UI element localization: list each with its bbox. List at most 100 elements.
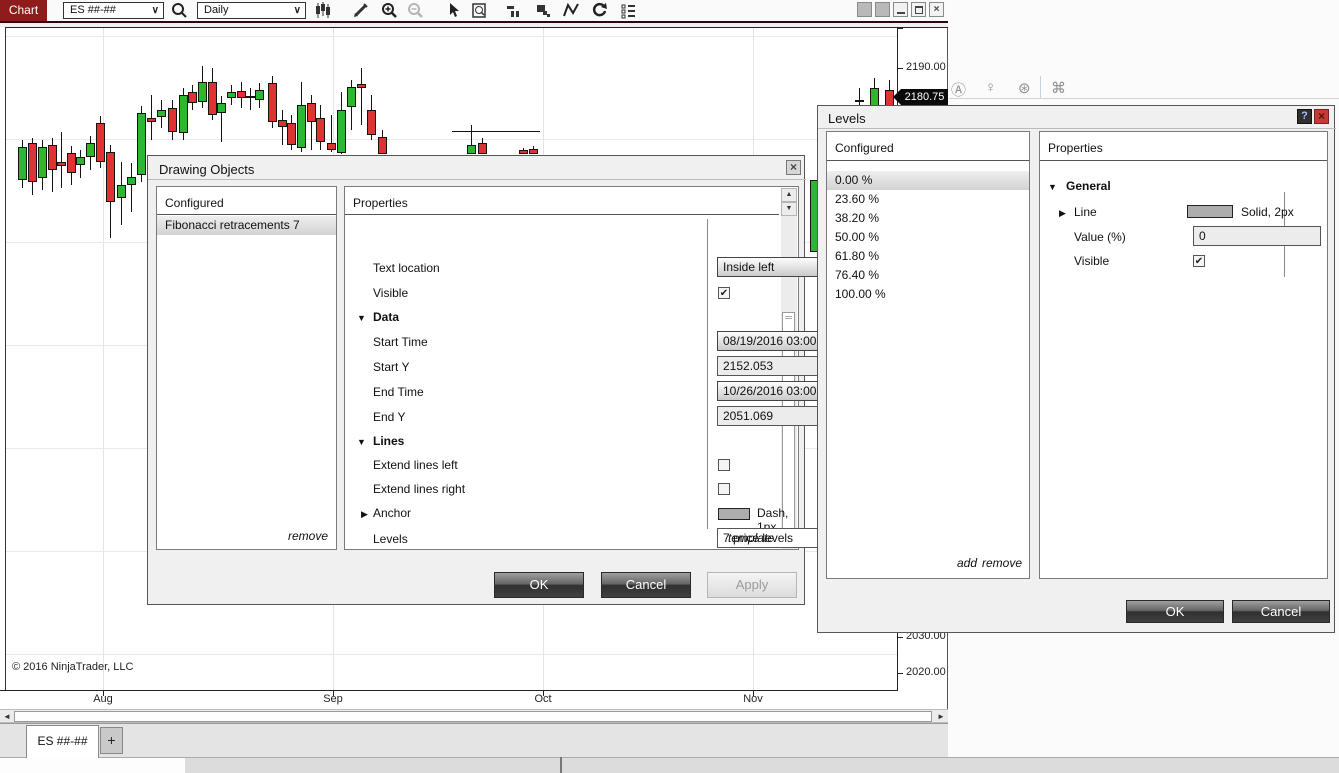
list-item[interactable]: 76.40 % xyxy=(827,266,1029,285)
add-tab-button[interactable]: + xyxy=(100,727,123,754)
ok-button[interactable]: OK xyxy=(494,572,584,598)
candle-body xyxy=(48,145,57,170)
configured-list[interactable]: Fibonacci retracements 7 xyxy=(157,216,336,235)
background-app-border xyxy=(949,98,1339,99)
end-y-label: End Y xyxy=(373,410,406,424)
list-item[interactable]: 23.60 % xyxy=(827,190,1029,209)
section-collapsed-icon[interactable]: ▶ xyxy=(1059,208,1066,219)
header-underline xyxy=(827,160,1029,161)
list-item[interactable]: 38.20 % xyxy=(827,209,1029,228)
scroll-right-icon[interactable]: ► xyxy=(935,711,947,723)
text-location-label: Text location xyxy=(373,261,440,275)
candle-body xyxy=(18,147,27,180)
visible-checkbox[interactable] xyxy=(1193,255,1205,267)
background-app-divider xyxy=(1040,76,1041,98)
apply-button[interactable]: Apply xyxy=(707,572,797,598)
properties-header: Properties xyxy=(1048,141,1103,155)
candle-body xyxy=(347,87,356,107)
header-underline xyxy=(157,214,336,215)
list-item[interactable]: 0.00 % xyxy=(827,171,1029,190)
extend-lines-left-label: Extend lines left xyxy=(373,458,458,472)
visible-checkbox[interactable] xyxy=(718,287,730,299)
help-icon[interactable]: ? xyxy=(1297,109,1312,124)
lines-section-label: Lines xyxy=(373,434,405,448)
candle-wick xyxy=(131,163,132,212)
candle-body xyxy=(357,84,366,88)
candle-body xyxy=(137,113,146,175)
template-link[interactable]: template xyxy=(728,531,774,545)
price-tick-label: 2020.00 xyxy=(906,666,946,678)
horizontal-scrollbar[interactable]: ◄ ► xyxy=(0,709,948,723)
date-tick-label: Aug xyxy=(93,693,113,705)
price-tick-label: 2190.00 xyxy=(906,61,946,73)
tab-instrument[interactable]: ES ##-## xyxy=(26,725,99,758)
anchor-line-swatch[interactable] xyxy=(718,508,750,520)
section-expanded-icon[interactable]: ▼ xyxy=(357,313,366,323)
header-underline xyxy=(345,214,779,215)
desktop-strip-divider xyxy=(560,757,562,773)
remove-link[interactable]: remove xyxy=(982,556,1022,570)
visible-label: Visible xyxy=(1074,254,1110,268)
candle-wick xyxy=(61,132,62,188)
candle-body xyxy=(179,95,188,133)
general-section-label: General xyxy=(1066,179,1111,193)
list-item[interactable]: 50.00 % xyxy=(827,228,1029,247)
candle-body xyxy=(255,90,264,100)
scroll-up-icon[interactable]: ▲ xyxy=(781,188,797,202)
price-tick xyxy=(897,68,903,69)
extend-lines-left-checkbox[interactable] xyxy=(718,459,730,471)
candle-wick xyxy=(282,110,283,145)
scroll-left-icon[interactable]: ◄ xyxy=(1,711,13,723)
list-item[interactable]: Fibonacci retracements 7 xyxy=(157,216,336,235)
desktop-strip xyxy=(0,757,1339,773)
cancel-button[interactable]: Cancel xyxy=(1232,600,1330,623)
date-tick-label: Oct xyxy=(534,693,552,705)
candle-body xyxy=(188,92,197,103)
copyright-text: © 2016 NinjaTrader, LLC xyxy=(12,661,134,673)
header-underline xyxy=(1040,160,1327,161)
title-separator xyxy=(148,179,806,180)
section-expanded-icon[interactable]: ▼ xyxy=(1048,182,1057,192)
section-expanded-icon[interactable]: ▼ xyxy=(357,437,366,447)
fibonacci-anchor-line[interactable] xyxy=(452,131,540,132)
list-item[interactable]: 61.80 % xyxy=(827,247,1029,266)
properties-panel: Properties ▼ General ▶ Line Solid, 2px V… xyxy=(1039,131,1328,579)
candle-body xyxy=(76,157,85,165)
candle-wick xyxy=(361,68,362,125)
candle-body xyxy=(168,108,177,132)
levels-configured-list[interactable]: 0.00 % 23.60 % 38.20 % 50.00 % 61.80 % 76.40 … xyxy=(827,171,1029,304)
remove-link[interactable]: remove xyxy=(288,529,328,543)
candle-body xyxy=(67,153,76,173)
visible-label: Visible xyxy=(373,286,409,300)
candle-wick xyxy=(859,88,860,105)
candle-body xyxy=(246,96,255,98)
list-item[interactable]: 100.00 % xyxy=(827,285,1029,304)
scrollbar-thumb[interactable] xyxy=(14,711,932,722)
price-tick xyxy=(897,637,903,638)
properties-panel: Properties ▲ ▼ Text location Inside left… xyxy=(344,186,926,550)
candle-body xyxy=(478,143,487,154)
drawing-objects-dialog: Drawing Objects × Configured Fibonacci r… xyxy=(147,155,926,605)
ok-button[interactable]: OK xyxy=(1126,600,1224,623)
close-icon[interactable]: × xyxy=(786,160,801,175)
candle-body xyxy=(208,82,217,115)
marker-icon: ♀ xyxy=(985,79,997,96)
section-collapsed-icon[interactable]: ▶ xyxy=(361,509,368,520)
configured-panel: Configured 0.00 % 23.60 % 38.20 % 50.00 % 61… xyxy=(826,131,1030,579)
annotate-icon: Ⓐ xyxy=(951,82,967,99)
chart-tab-bar: ES ##-## + xyxy=(0,723,948,758)
start-time-label: Start Time xyxy=(373,335,428,349)
scroll-down-icon[interactable]: ▼ xyxy=(781,202,797,216)
candle-body xyxy=(157,110,166,117)
date-tick-label: Sep xyxy=(323,693,343,705)
line-swatch[interactable] xyxy=(1187,205,1233,218)
value-pct-input[interactable] xyxy=(1193,226,1321,246)
add-link[interactable]: add xyxy=(957,556,977,570)
command-icon: ⌘ xyxy=(1051,80,1066,97)
close-icon[interactable]: × xyxy=(1314,109,1329,124)
candle-body xyxy=(127,177,136,185)
candle-body xyxy=(855,100,864,102)
cancel-button[interactable]: Cancel xyxy=(601,572,691,598)
extend-lines-right-checkbox[interactable] xyxy=(718,483,730,495)
candle-body xyxy=(287,123,296,145)
